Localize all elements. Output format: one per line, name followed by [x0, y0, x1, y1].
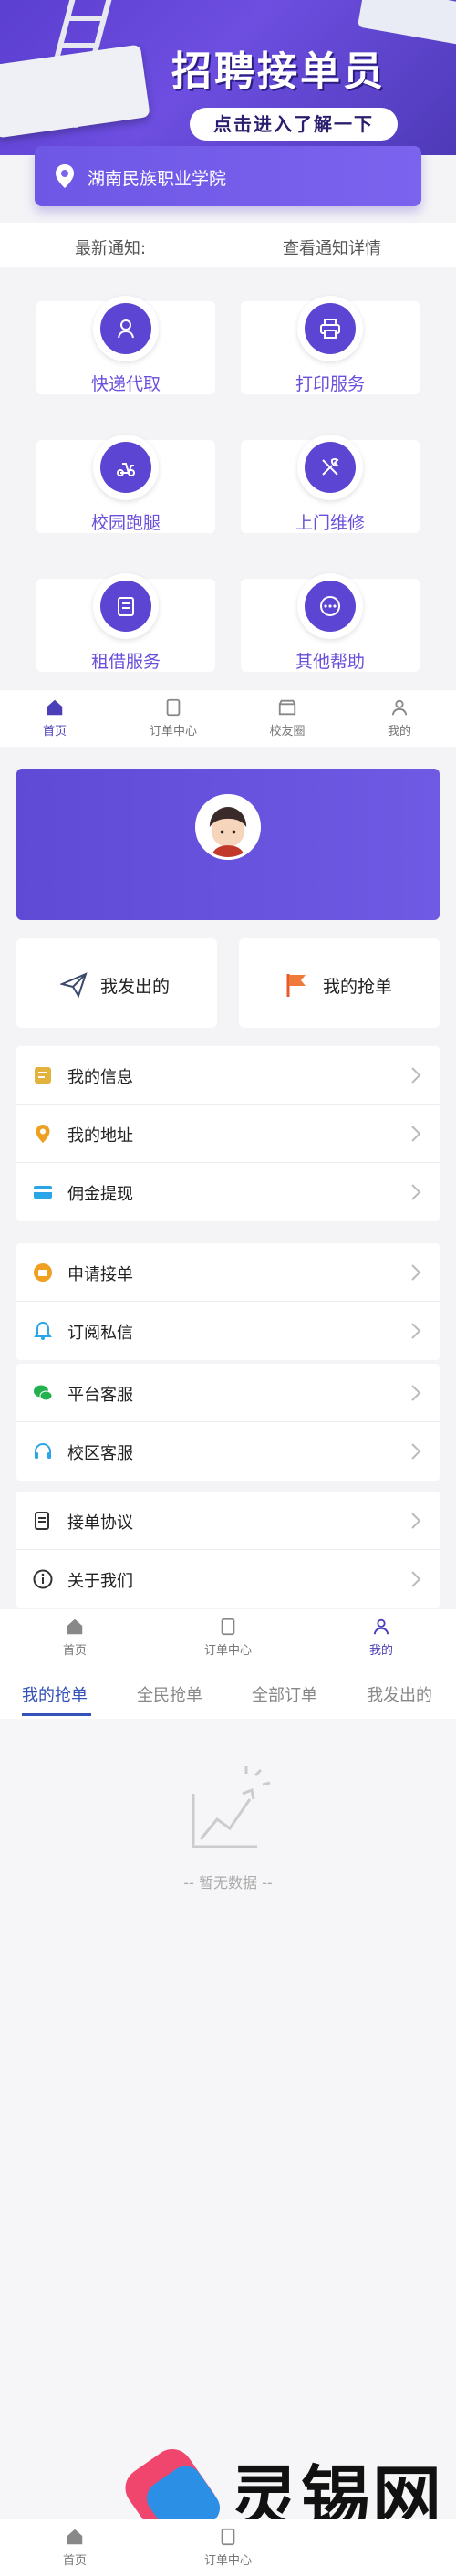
service-label: 其他帮助 [295, 652, 365, 672]
avatar-illustration [209, 807, 247, 857]
menu-group-account: 我的信息 我的地址 佣金提现 [16, 1046, 440, 1221]
chevron-right-icon [411, 1126, 421, 1142]
my-grabbed-button[interactable]: 我的抢单 [239, 938, 440, 1028]
tab-mine[interactable]: 我的 [372, 690, 427, 747]
tab-orders[interactable]: 订单中心 [192, 2519, 264, 2576]
chevron-right-icon [411, 1184, 421, 1200]
location-pin-icon [56, 164, 74, 188]
empty-state-text: -- 暂无数据 -- [183, 1874, 273, 1891]
tab-home[interactable]: 首页 [47, 1609, 102, 1666]
paper-plane-icon [60, 972, 88, 999]
school-selector[interactable]: 湖南民族职业学院 [35, 146, 421, 206]
service-rent[interactable]: 租借服务 [36, 573, 215, 672]
service-courier[interactable]: 快递代取 [36, 296, 215, 394]
tab-my-grabbed[interactable]: 我的抢单 [22, 1682, 88, 1706]
chevron-right-icon [411, 1513, 421, 1529]
home-screen: 招聘接单员 点击进入了解一下 湖南民族职业学院 最新通知: 查看通知详情 快递代… [0, 0, 456, 747]
menu-agreement[interactable]: 接单协议 [16, 1492, 440, 1550]
order-filter-tabs: 我的抢单 全民抢单 全部订单 我发出的 [0, 1666, 456, 1719]
service-label: 上门维修 [295, 513, 365, 533]
chevron-right-icon [411, 1323, 421, 1339]
about-icon [33, 1569, 53, 1589]
my-sent-label: 我发出的 [100, 977, 171, 997]
tab-orders[interactable]: 订单中心 [192, 1609, 264, 1666]
chevron-right-icon [411, 1067, 421, 1084]
service-print[interactable]: 打印服务 [241, 296, 420, 394]
orders-icon [221, 2528, 235, 2546]
home-icon [47, 699, 63, 716]
menu-group-service: 平台客服 校区客服 [16, 1364, 440, 1481]
bell-icon [34, 1321, 52, 1340]
service-other[interactable]: 其他帮助 [241, 573, 420, 672]
tab-orders[interactable]: 订单中心 [137, 690, 210, 747]
notice-bar: 最新通知: 查看通知详情 [0, 223, 456, 267]
service-label: 租借服务 [90, 652, 161, 672]
service-errand[interactable]: 校园跑腿 [36, 435, 215, 533]
active-tab-indicator [22, 1713, 91, 1716]
my-grabbed-label: 我的抢单 [323, 977, 393, 997]
chevron-right-icon [411, 1385, 421, 1401]
orders-screen: 首页 订单中心 我的 我的抢单 全民抢单 全部订单 我发出的 -- 暂无数据 -… [0, 1609, 456, 2576]
tab-home[interactable]: 首页 [27, 690, 82, 747]
notice-label: 最新通知: [75, 239, 147, 258]
more-icon [320, 596, 340, 616]
orders-icon [166, 698, 181, 717]
menu-about-us[interactable]: 关于我们 [16, 1550, 440, 1608]
apply-icon [34, 1263, 52, 1282]
location-icon [36, 1125, 50, 1143]
banner-subtitle[interactable]: 点击进入了解一下 [190, 108, 398, 141]
recruit-banner[interactable]: 招聘接单员 点击进入了解一下 [0, 0, 456, 155]
tab-all-grab[interactable]: 全民抢单 [137, 1682, 202, 1706]
orders-icon [221, 1618, 235, 1636]
service-label: 打印服务 [295, 374, 365, 394]
profile-tab-bar: 首页 订单中心 我的 [0, 1609, 456, 1666]
chevron-right-icon [411, 1264, 421, 1281]
tab-alumni[interactable]: 校友圈 [255, 690, 319, 747]
menu-subscribe[interactable]: 订阅私信 [16, 1302, 440, 1360]
tab-mine[interactable]: 我的 [354, 1609, 409, 1666]
menu-group-about: 接单协议 关于我们 [16, 1492, 440, 1608]
shop-icon [278, 699, 296, 716]
orders-tab-bar: 首页 订单中心 [0, 2519, 456, 2576]
menu-campus-support[interactable]: 校区客服 [16, 1422, 440, 1481]
user-icon [391, 699, 408, 716]
scooter-icon [117, 463, 135, 476]
menu-group-orders: 申请接单 订阅私信 [16, 1243, 440, 1360]
profile-screen: 我发出的 我的抢单 我的信息 我的地址 佣金提现 申请接单 订阅私信 平台客服 … [0, 747, 456, 1609]
document-icon [35, 1512, 49, 1530]
service-label: 校园跑腿 [90, 513, 161, 533]
chevron-right-icon [411, 1443, 421, 1460]
menu-platform-support[interactable]: 平台客服 [16, 1364, 440, 1422]
menu-apply[interactable]: 申请接单 [16, 1243, 440, 1302]
card-icon [34, 1186, 52, 1199]
wrench-icon [322, 458, 339, 476]
menu-my-info[interactable]: 我的信息 [16, 1046, 440, 1105]
avatar[interactable] [195, 794, 261, 860]
service-label: 快递代取 [90, 374, 161, 394]
menu-my-address[interactable]: 我的地址 [16, 1105, 440, 1163]
chevron-right-icon [411, 1571, 421, 1587]
empty-chart-icon [192, 1766, 271, 1848]
home-tab-bar: 首页 订单中心 校友圈 我的 [0, 690, 456, 747]
wechat-icon [34, 1385, 53, 1401]
home-icon [67, 1618, 83, 1635]
service-repair[interactable]: 上门维修 [241, 435, 420, 533]
flag-icon [286, 974, 306, 997]
info-card-icon [35, 1067, 51, 1084]
headset-icon [35, 1443, 51, 1459]
tab-my-sent[interactable]: 我发出的 [367, 1682, 432, 1706]
home-icon [67, 2529, 83, 2545]
notice-details-link[interactable]: 查看通知详情 [283, 236, 381, 259]
tab-all-orders[interactable]: 全部订单 [252, 1682, 317, 1706]
printer-icon [320, 319, 340, 339]
school-name: 湖南民族职业学院 [88, 169, 227, 189]
banner-title: 招聘接单员 [171, 48, 386, 95]
tab-home[interactable]: 首页 [47, 2519, 102, 2576]
rent-icon [118, 597, 134, 616]
courier-icon [118, 319, 134, 339]
profile-header [16, 769, 440, 920]
user-icon [373, 1618, 389, 1635]
my-sent-button[interactable]: 我发出的 [16, 938, 217, 1028]
menu-withdraw[interactable]: 佣金提现 [16, 1163, 440, 1221]
